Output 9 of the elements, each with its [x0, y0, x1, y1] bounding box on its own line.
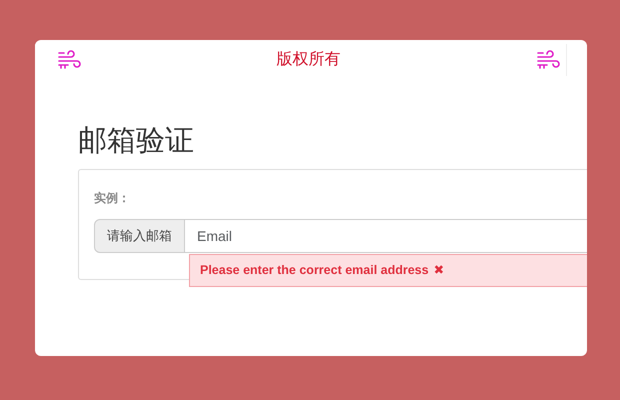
- page-heading: 邮箱验证: [78, 124, 195, 159]
- example-label: 实例：: [94, 190, 130, 207]
- header-title: 版权所有: [276, 50, 340, 70]
- wind-icon: [536, 50, 560, 70]
- error-message: Please enter the correct email address: [200, 262, 429, 279]
- input-addon: 请输入邮箱: [94, 218, 185, 253]
- close-icon[interactable]: ✖: [434, 260, 444, 280]
- wind-icon: [57, 50, 81, 70]
- email-field[interactable]: Email: [184, 218, 587, 253]
